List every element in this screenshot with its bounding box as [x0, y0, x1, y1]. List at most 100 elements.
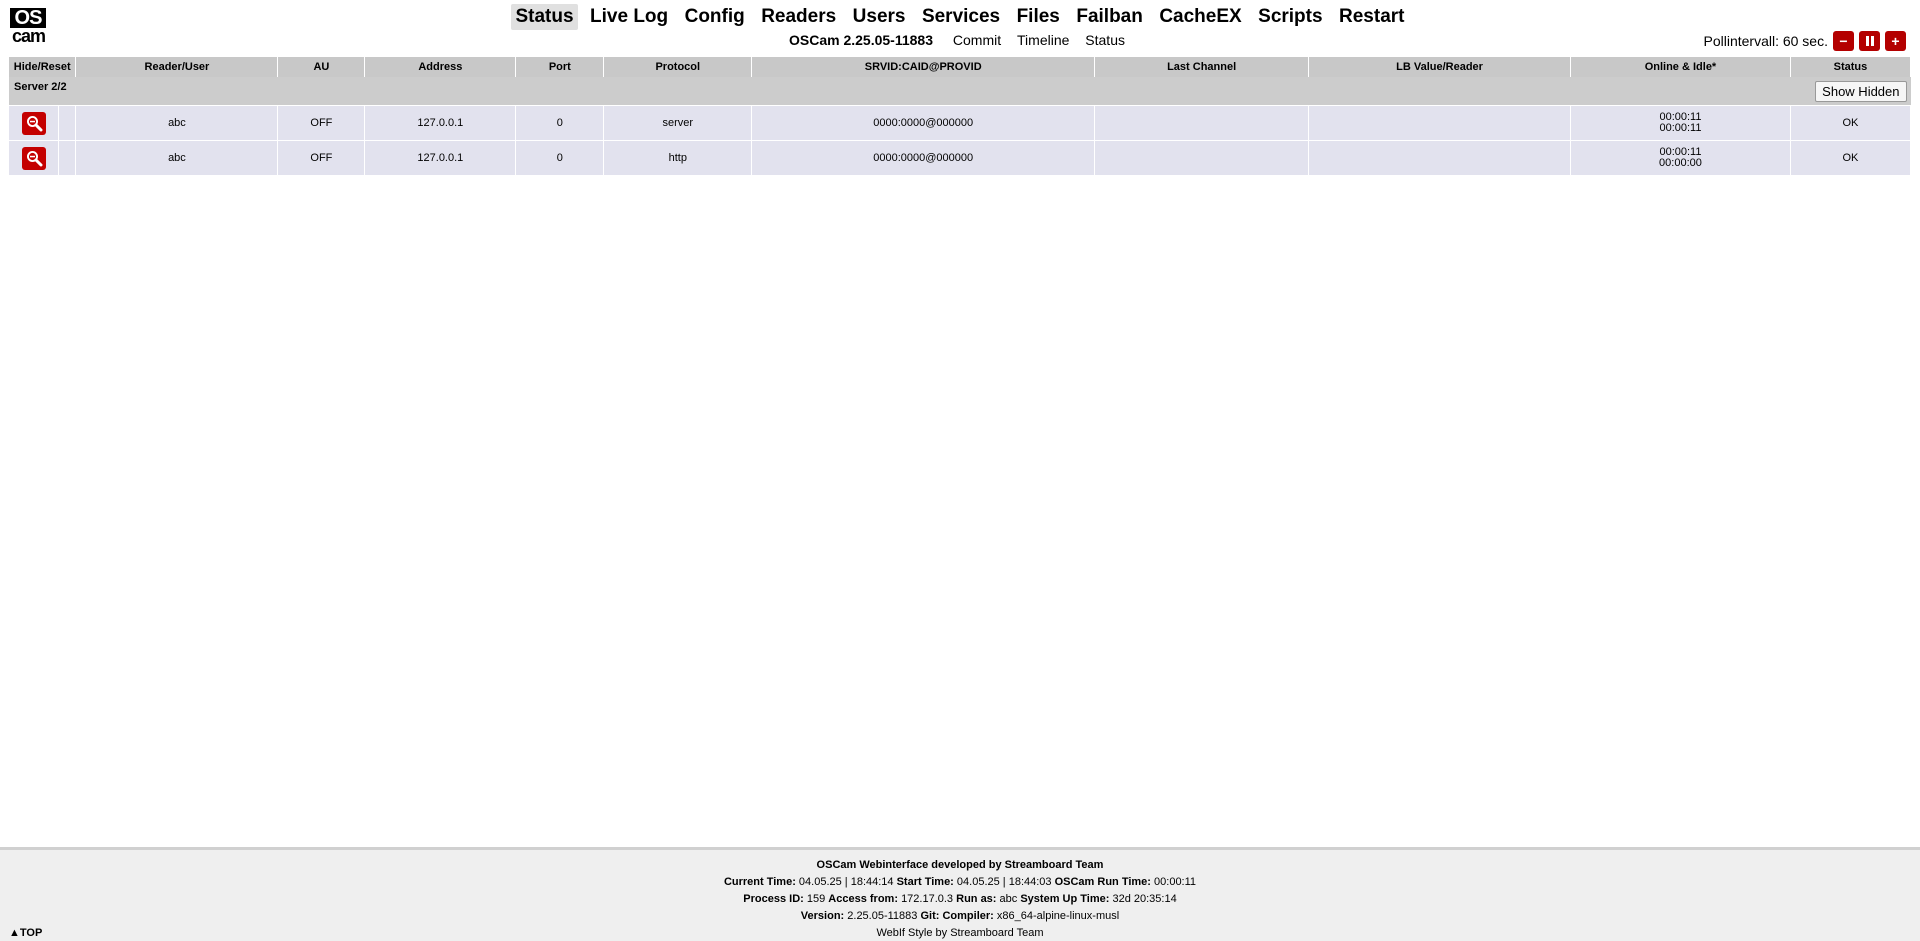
menu-status[interactable]: Status: [511, 4, 578, 30]
menu-restart[interactable]: Restart: [1335, 4, 1408, 30]
cell-last-channel: [1094, 140, 1310, 175]
cell-status: OK: [1790, 140, 1912, 175]
pause-icon: [1865, 36, 1874, 46]
show-hidden-button[interactable]: Show Hidden: [1815, 80, 1907, 102]
header-srvid[interactable]: SRVID:CAID@PROVID: [751, 57, 1096, 77]
cell-protocol: server: [603, 105, 753, 141]
footer-process: Process ID: 159 Access from: 172.17.0.3 …: [0, 891, 1920, 908]
menu-services[interactable]: Services: [918, 4, 1004, 30]
cell-online-idle: 00:00:11 00:00:00: [1570, 140, 1791, 175]
header-online-idle[interactable]: Online & Idle*: [1570, 57, 1791, 77]
header-status[interactable]: Status: [1790, 57, 1912, 77]
cell-protocol: http: [603, 140, 753, 175]
cell-last-channel: [1094, 105, 1310, 141]
reset-magnifier-button[interactable]: [21, 146, 46, 170]
cell-online-idle: 00:00:11 00:00:11: [1570, 105, 1791, 141]
menu-files[interactable]: Files: [1013, 4, 1064, 30]
start-time-label: Start Time:: [896, 876, 954, 888]
footer-version: Version: 2.25.05-11883 Git: Compiler: x8…: [0, 908, 1920, 925]
run-time-value: 00:00:11: [1154, 876, 1197, 888]
compiler-value: x86_64-alpine-linux-musl: [996, 910, 1120, 922]
submenu-status[interactable]: Status: [1085, 32, 1125, 48]
sub-menu: OSCam 2.25.05-11883 Commit Timeline Stat…: [0, 32, 1920, 48]
cell-address: 127.0.0.1: [364, 105, 517, 141]
idle-time: 00:00:00: [1659, 157, 1702, 169]
compiler-label: Compiler:: [942, 910, 994, 922]
header-hide-reset[interactable]: Hide/Reset: [9, 57, 77, 77]
cell-reader[interactable]: abc: [75, 105, 279, 141]
cell-reader[interactable]: abc: [75, 140, 279, 175]
main-menu: Status Live Log Config Readers Users Ser…: [0, 4, 1920, 30]
pid-label: Process ID:: [743, 893, 804, 905]
reset-magnifier-button[interactable]: [21, 111, 46, 135]
submenu-commit[interactable]: Commit: [953, 32, 1001, 48]
cell-lb-value: [1308, 105, 1571, 141]
version-label: Version:: [800, 910, 845, 922]
idle-time: 00:00:11: [1659, 122, 1702, 134]
current-time-value: 04.05.25 | 18:44:14: [798, 876, 894, 888]
menu-cacheex[interactable]: CacheEX: [1155, 4, 1245, 30]
run-time-label: OSCam Run Time:: [1054, 876, 1151, 888]
footer-style: WebIf Style by Streamboard Team: [876, 927, 1044, 939]
cell-lb-value: [1308, 140, 1571, 175]
cell-port: 0: [515, 105, 605, 141]
access-label: Access from:: [828, 893, 898, 905]
group-label: Server 2/2: [14, 80, 67, 93]
poll-label: Pollintervall: 60 sec.: [1703, 33, 1828, 49]
footer: OSCam Webinterface developed by Streambo…: [0, 847, 1920, 941]
menu-readers[interactable]: Readers: [757, 4, 840, 30]
cell-au: OFF: [277, 105, 366, 141]
menu-live-log[interactable]: Live Log: [586, 4, 672, 30]
footer-times: Current Time: 04.05.25 | 18:44:14 Start …: [0, 874, 1920, 891]
access-value: 172.17.0.3: [901, 893, 954, 905]
current-time-label: Current Time:: [723, 876, 796, 888]
top-link[interactable]: ▲TOP: [9, 927, 42, 939]
runas-value: abc: [999, 893, 1018, 905]
cell-srvid: 0000:0000@000000: [751, 140, 1096, 175]
magnifier-icon: [26, 151, 43, 167]
hide-reset-cell: [9, 140, 60, 175]
spacer-cell: [58, 105, 77, 141]
cell-status: OK: [1790, 105, 1912, 141]
header-reader-user[interactable]: Reader/User: [75, 57, 279, 77]
poll-decrease-button[interactable]: −: [1833, 31, 1854, 51]
magnifier-icon: [26, 116, 43, 132]
header-address[interactable]: Address: [364, 57, 517, 77]
runas-label: Run as:: [956, 893, 997, 905]
version-value: 2.25.05-11883: [847, 910, 918, 922]
cell-address: 127.0.0.1: [364, 140, 517, 175]
pid-value: 159: [806, 893, 826, 905]
uptime-value: 32d 20:35:14: [1112, 893, 1177, 905]
header-port[interactable]: Port: [515, 57, 605, 77]
table-header-row: Hide/Reset Reader/User AU Address Port P…: [9, 57, 1912, 77]
submenu-timeline[interactable]: Timeline: [1017, 32, 1069, 48]
menu-scripts[interactable]: Scripts: [1254, 4, 1326, 30]
spacer-cell: [58, 140, 77, 175]
group-row-server: Server 2/2 Show Hidden: [9, 77, 1911, 106]
poll-interval: Pollintervall: 60 sec. − +: [1703, 31, 1906, 51]
hide-reset-cell: [9, 105, 60, 141]
menu-users[interactable]: Users: [849, 4, 910, 30]
header-lb-value[interactable]: LB Value/Reader: [1308, 57, 1571, 77]
poll-increase-button[interactable]: +: [1885, 31, 1906, 51]
start-time-value: 04.05.25 | 18:44:03: [956, 876, 1052, 888]
group-cell: Server 2/2 Show Hidden: [9, 77, 1911, 106]
uptime-label: System Up Time:: [1020, 893, 1110, 905]
poll-pause-button[interactable]: [1859, 31, 1880, 51]
menu-config[interactable]: Config: [681, 4, 749, 30]
credit-text: OSCam Webinterface developed by Streambo…: [816, 859, 1104, 871]
cell-au: OFF: [277, 140, 366, 175]
status-table: Hide/Reset Reader/User AU Address Port P…: [9, 57, 1912, 175]
footer-credit: OSCam Webinterface developed by Streambo…: [0, 857, 1920, 874]
table-row: abc OFF 127.0.0.1 0 http 0000:0000@00000…: [9, 140, 1912, 175]
header-last-channel[interactable]: Last Channel: [1094, 57, 1310, 77]
page: OS cam Status Live Log Config Readers Us…: [0, 0, 1920, 941]
header-au[interactable]: AU: [277, 57, 366, 77]
version-label: OSCam 2.25.05-11883: [789, 32, 933, 48]
cell-port: 0: [515, 140, 605, 175]
header-protocol[interactable]: Protocol: [603, 57, 753, 77]
table-row: abc OFF 127.0.0.1 0 server 0000:0000@000…: [9, 105, 1912, 141]
cell-srvid: 0000:0000@000000: [751, 105, 1096, 141]
menu-failban[interactable]: Failban: [1072, 4, 1147, 30]
git-label: Git:: [920, 910, 940, 922]
